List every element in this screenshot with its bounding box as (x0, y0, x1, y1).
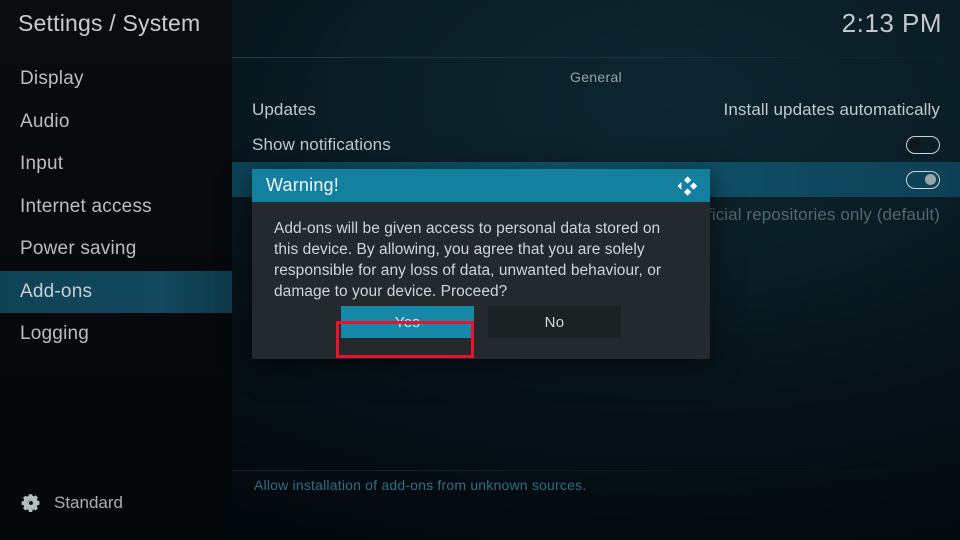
clock: 2:13 PM (841, 8, 942, 38)
sidebar-item-input[interactable]: Input (0, 143, 232, 186)
setting-value: Official repositories only (default) (689, 204, 940, 224)
toggle-knob (925, 173, 936, 185)
setting-label: Updates (252, 99, 317, 119)
sidebar-item-power-saving[interactable]: Power saving (0, 228, 232, 271)
dialog-body: Add-ons will be given access to personal… (252, 202, 710, 359)
setting-row-updates[interactable]: Updates Install updates automatically (232, 92, 960, 127)
sidebar-item-logging[interactable]: Logging (0, 313, 232, 356)
sidebar-item-display[interactable]: Display (0, 58, 232, 101)
setting-description-text: Allow installation of add-ons from unkno… (254, 477, 587, 493)
sidebar-item-label: Internet access (20, 195, 152, 217)
header-bar: Settings / System 2:13 PM (0, 0, 960, 58)
setting-value: Install updates automatically (723, 99, 940, 119)
sidebar-item-audio[interactable]: Audio (0, 101, 232, 144)
dialog-title: Warning! (266, 175, 339, 195)
sidebar-item-label: Logging (20, 323, 90, 345)
no-button[interactable]: No (488, 306, 621, 338)
sidebar-item-label: Power saving (20, 238, 137, 260)
sidebar-item-label: Audio (20, 110, 70, 132)
dialog-button-row: Yes No (252, 306, 710, 338)
setting-row-show-notifications[interactable]: Show notifications (232, 127, 960, 162)
kodi-logo-icon (674, 173, 700, 199)
sidebar-item-label: Add-ons (20, 280, 93, 302)
yes-button[interactable]: Yes (341, 306, 474, 338)
sidebar-item-label: Display (20, 68, 84, 90)
sidebar-item-label: Input (20, 153, 64, 175)
page-title: Settings / System (18, 10, 201, 36)
sidebar-item-internet-access[interactable]: Internet access (0, 186, 232, 229)
settings-group-title: General (570, 69, 622, 85)
sidebar-nav: Display Audio Input Internet access Powe… (0, 58, 232, 540)
toggle-show-notifications[interactable] (906, 135, 940, 154)
warning-dialog: Warning! Add-ons will be given access to… (252, 169, 710, 359)
sidebar-item-add-ons[interactable]: Add-ons (0, 270, 232, 313)
setting-label: Show notifications (252, 134, 391, 154)
dialog-message: Add-ons will be given access to personal… (274, 220, 662, 300)
toggle-unknown-sources[interactable] (906, 170, 940, 189)
toggle-knob (910, 138, 921, 150)
kodi-settings-screen: Settings / System 2:13 PM Display Audio … (0, 0, 960, 540)
dialog-titlebar: Warning! (252, 169, 710, 202)
setting-description: Allow installation of add-ons from unkno… (232, 471, 960, 499)
